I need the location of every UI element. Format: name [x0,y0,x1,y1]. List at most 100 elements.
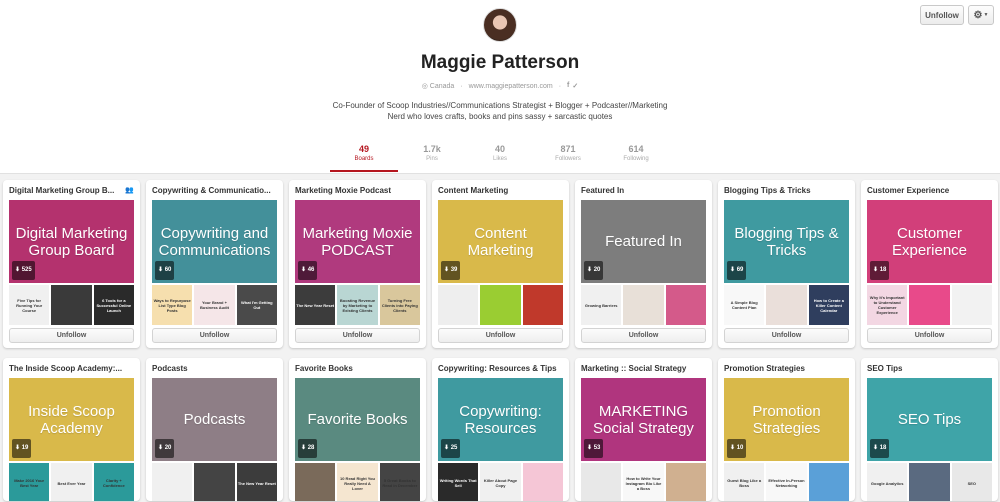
board-thumbnail[interactable]: 10 Read Right You Really Need A Lover [337,463,378,501]
board-thumbnail[interactable]: Five Tips for Running Your Course [9,285,50,325]
board-card[interactable]: The Inside Scoop Academy:... Inside Scoop… [3,358,140,501]
board-title[interactable]: The Inside Scoop Academy:... [9,364,134,373]
board-cover[interactable]: Promotion Strategies ⬇ 10 [724,378,849,461]
board-title[interactable]: Copywriting & Communicatio... [152,186,277,195]
board-thumbnail[interactable]: How to Create a Killer Content Calendar [808,285,849,325]
board-cover[interactable]: Inside Scoop Academy ⬇ 19 [9,378,134,461]
unfollow-user-button[interactable]: Unfollow [920,5,964,25]
board-thumbnail[interactable] [480,285,521,325]
board-thumbnail[interactable]: Killer About Page Copy [480,463,521,501]
board-title[interactable]: Favorite Books [295,364,420,373]
board-title[interactable]: Promotion Strategies [724,364,849,373]
board-thumbnail[interactable]: What I'm Getting Out [236,285,277,325]
board-card[interactable]: Digital Marketing Group B... 👥 Digital Mar… [3,180,140,348]
board-card[interactable]: Podcasts Podcasts ⬇ 20 The New Year Reset [146,358,283,501]
board-title[interactable]: Marketing :: Social Strategy [581,364,706,373]
board-thumbnail[interactable]: Writing Words That Sell [438,463,479,501]
board-cover[interactable]: Favorite Books ⬇ 28 [295,378,420,461]
board-thumbnail[interactable] [808,463,849,501]
board-thumbnail[interactable]: Make 2016 Your Best Year [9,463,50,501]
board-thumbnail[interactable]: How to Write Your Instagram Bio Like a B… [623,463,664,501]
settings-button[interactable]: ⚙ ▼ [968,5,994,25]
board-cover[interactable]: MARKETING Social Strategy ⬇ 53 [581,378,706,461]
board-unfollow-button[interactable]: Unfollow [724,328,849,343]
board-title[interactable]: Content Marketing [438,186,563,195]
board-title[interactable]: Podcasts [152,364,277,373]
board-thumbnail[interactable]: Google Analytics [867,463,908,501]
board-thumbnail[interactable]: The New Year Reset [295,285,336,325]
board-card[interactable]: SEO Tips SEO Tips ⬇ 18 Google Analytics SEO [861,358,998,501]
board-thumbnail[interactable]: SEO [951,463,992,501]
board-card[interactable]: Customer Experience Customer Experience ⬇ … [861,180,998,348]
board-thumbnail[interactable] [623,285,664,325]
board-unfollow-button[interactable]: Unfollow [9,328,134,343]
board-title[interactable]: Copywriting: Resources & Tips [438,364,563,373]
stat-following[interactable]: 614 Following [602,144,670,172]
board-title[interactable]: Featured In [581,186,706,195]
board-card[interactable]: Promotion Strategies Promotion Strategies… [718,358,855,501]
board-cover[interactable]: Featured In ⬇ 20 [581,200,706,283]
board-unfollow-button[interactable]: Unfollow [295,328,420,343]
board-cover[interactable]: Customer Experience ⬇ 18 [867,200,992,283]
board-thumbnail[interactable]: Your Brand + Business Audit [194,285,235,325]
board-thumbnail[interactable]: A Simple Blog Content Plan [724,285,765,325]
board-unfollow-button[interactable]: Unfollow [438,328,563,343]
avatar[interactable] [483,8,517,42]
board-thumbnail[interactable]: Best Ever Year [51,463,92,501]
board-card[interactable]: Content Marketing Content Marketing ⬇ 39 Un… [432,180,569,348]
board-title[interactable]: Blogging Tips & Tricks [724,186,849,195]
board-cover[interactable]: SEO Tips ⬇ 18 [867,378,992,461]
board-thumbnail[interactable]: Growing Barriers [581,285,622,325]
board-card[interactable]: Copywriting & Communicatio... Copywriting… [146,180,283,348]
stat-pins[interactable]: 1.7k Pins [398,144,466,172]
board-card[interactable]: Favorite Books Favorite Books ⬇ 28 10 Read … [289,358,426,501]
board-cover[interactable]: Digital Marketing Group Board ⬇ 525 [9,200,134,283]
board-thumbnail[interactable] [909,285,950,325]
board-cover[interactable]: Podcasts ⬇ 20 [152,378,277,461]
board-title[interactable]: Digital Marketing Group B... [9,186,134,195]
board-title[interactable]: Customer Experience [867,186,992,195]
board-thumbnail[interactable] [152,463,193,501]
board-thumbnail[interactable] [522,285,563,325]
board-card[interactable]: Marketing :: Social StrategyMARKETING So… [575,358,712,501]
board-thumbnail[interactable]: Effective In-Person Networking [766,463,807,501]
board-card[interactable]: Featured In Featured In ⬇ 20 Growing Barrie… [575,180,712,348]
board-thumbnail[interactable] [581,463,622,501]
board-thumbnail[interactable]: 5 Great Books to Read in December [379,463,420,501]
board-cover[interactable]: Copywriting and Communications ⬇ 60 [152,200,277,283]
board-thumbnail[interactable] [665,285,706,325]
board-thumbnail[interactable]: 6 Tools for a Successful Online Launch [93,285,134,325]
board-title[interactable]: SEO Tips [867,364,992,373]
board-cover[interactable]: Blogging Tips & Tricks ⬇ 69 [724,200,849,283]
board-unfollow-button[interactable]: Unfollow [152,328,277,343]
board-thumbnail[interactable]: Guest Blog Like a Boss [724,463,765,501]
board-thumbnail[interactable] [51,285,92,325]
stat-followers[interactable]: 871 Followers [534,144,602,172]
board-unfollow-button[interactable]: Unfollow [867,328,992,343]
board-cover[interactable]: Marketing Moxie PODCAST ⬇ 46 [295,200,420,283]
website-link[interactable]: www.maggiepatterson.com [469,83,553,90]
board-cover[interactable]: Copywriting: Resources ⬇ 25 [438,378,563,461]
board-thumbnail[interactable] [909,463,950,501]
stat-likes[interactable]: 40 Likes [466,144,534,172]
board-thumbnail[interactable]: Boosting Revenue by Marketing to Existin… [337,285,378,325]
board-thumbnail[interactable] [951,285,992,325]
board-thumbnail[interactable] [766,285,807,325]
board-thumbnail[interactable] [194,463,235,501]
board-thumbnail[interactable]: Ways to Repurpose List Type Blog Posts [152,285,193,325]
board-thumbnail[interactable]: Clarity + Confidence [93,463,134,501]
board-thumbnail[interactable]: The New Year Reset [236,463,277,501]
board-thumbnail[interactable] [522,463,563,501]
board-card[interactable]: Blogging Tips & Tricks Blogging Tips & Tr… [718,180,855,348]
board-thumbnail[interactable] [295,463,336,501]
twitter-icon[interactable]: ✓ [572,82,578,90]
facebook-icon[interactable]: f [567,82,569,90]
board-thumbnail[interactable]: Turning Free Clients into Paying Clients [379,285,420,325]
board-thumbnail[interactable]: Why It's Important to Understand Custome… [867,285,908,325]
board-unfollow-button[interactable]: Unfollow [581,328,706,343]
board-card[interactable]: Copywriting: Resources & Tips Copywriting… [432,358,569,501]
board-thumbnail[interactable] [665,463,706,501]
board-cover[interactable]: Content Marketing ⬇ 39 [438,200,563,283]
board-thumbnail[interactable] [438,285,479,325]
board-card[interactable]: Marketing Moxie Podcast Marketing Moxie P… [289,180,426,348]
